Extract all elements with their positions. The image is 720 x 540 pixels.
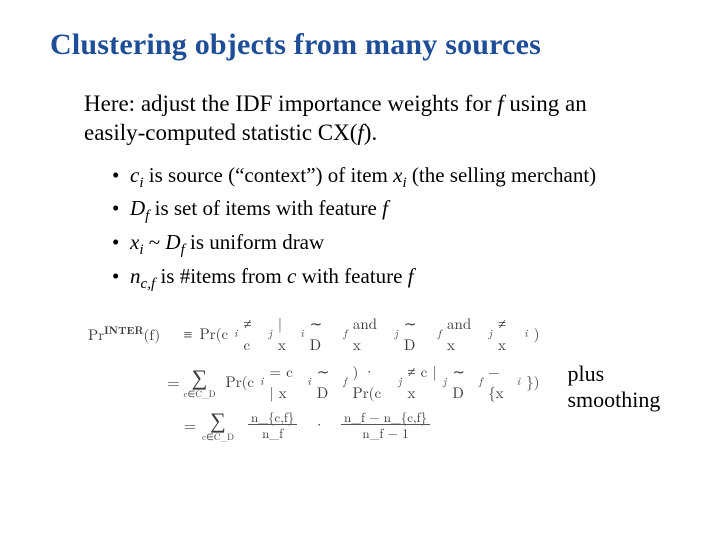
eq-row-1: PrINTER(f) ≡ Pr(ci ≠ cj | xi ∼ Df and xj… [88, 313, 539, 355]
slide-title: Clustering objects from many sources [50, 28, 680, 62]
intro-pre: Here: adjust the IDF importance weights … [84, 91, 497, 116]
eq-row-2: = ∑ c∈C_D Pr(ci = c | xi ∼ Df) · Pr(cj ≠… [88, 361, 539, 403]
eq-op1: ≡ [176, 322, 199, 345]
eq-op3: = [178, 413, 202, 436]
bullet-4: nc,f is #items from c with feature f [112, 263, 660, 295]
equation-area: PrINTER(f) ≡ Pr(ci ≠ cj | xi ∼ Df and xj… [88, 313, 680, 447]
b2-mid: is set of items with feature [149, 196, 382, 220]
eq-pr: Pr [88, 324, 104, 345]
b1-tail: (the selling merchant) [407, 163, 597, 187]
fraction-1: n_{c,f} n_f [248, 410, 297, 440]
equation-block: PrINTER(f) ≡ Pr(ci ≠ cj | xi ∼ Df and xj… [88, 313, 539, 447]
b4-ncf: c,f [141, 276, 156, 292]
eq-body-3: ∑ c∈C_D n_{c,f} n_f · n_f − n_{c,f} n_f … [202, 409, 434, 441]
note-area: plus smoothing [563, 313, 680, 421]
bullet-1: ci is source (“context”) of item xi (the… [112, 162, 660, 194]
sum-icon: ∑ c∈C_D [184, 366, 216, 398]
sigma-icon: ∑ [210, 409, 226, 431]
b4-f: f [408, 264, 414, 288]
intro-paragraph: Here: adjust the IDF importance weights … [84, 90, 650, 148]
bullet-2: Df is set of items with feature f [112, 195, 660, 227]
b4-n: n [130, 264, 141, 288]
r1-pre: Pr(c [200, 323, 229, 344]
fraction-2: n_f − n_{c,f} n_f − 1 [341, 410, 430, 440]
eq-label: PrINTER(f) [88, 323, 176, 345]
b4-mid2: with feature [296, 264, 407, 288]
b2-f: f [382, 196, 388, 220]
b3-tail: is uniform draw [185, 230, 324, 254]
bullet-list: ci is source (“context”) of item xi (the… [112, 162, 660, 295]
intro-tail: ). [364, 120, 377, 145]
b3-x: x [130, 230, 139, 254]
b3-D: D [165, 230, 180, 254]
eq-arg: (f) [144, 324, 161, 345]
slide: Clustering objects from many sources Her… [0, 0, 720, 540]
eq-op2: = [163, 370, 183, 393]
eq-row-3: = ∑ c∈C_D n_{c,f} n_f · n_f − n_{c,f} [88, 409, 539, 441]
b1-c: c [130, 163, 139, 187]
eq-body-1: Pr(ci ≠ cj | xi ∼ Df and xj ∼ Df and xj … [200, 313, 540, 355]
eq-sup: INTER [104, 323, 143, 338]
b2-D: D [130, 196, 145, 220]
bullet-3: xi ~ Df is uniform draw [112, 229, 660, 261]
eq-body-2: ∑ c∈C_D Pr(ci = c | xi ∼ Df) · Pr(cj ≠ c… [184, 361, 540, 403]
b4-mid1: is #items from [155, 264, 287, 288]
b3-mid: ~ [144, 230, 166, 254]
b1-mid: is source (“context”) of item [144, 163, 394, 187]
smoothing-note: plus smoothing [567, 361, 680, 413]
sigma-icon: ∑ [192, 366, 208, 388]
b4-c: c [287, 264, 296, 288]
sum-icon-2: ∑ c∈C_D [202, 409, 234, 441]
